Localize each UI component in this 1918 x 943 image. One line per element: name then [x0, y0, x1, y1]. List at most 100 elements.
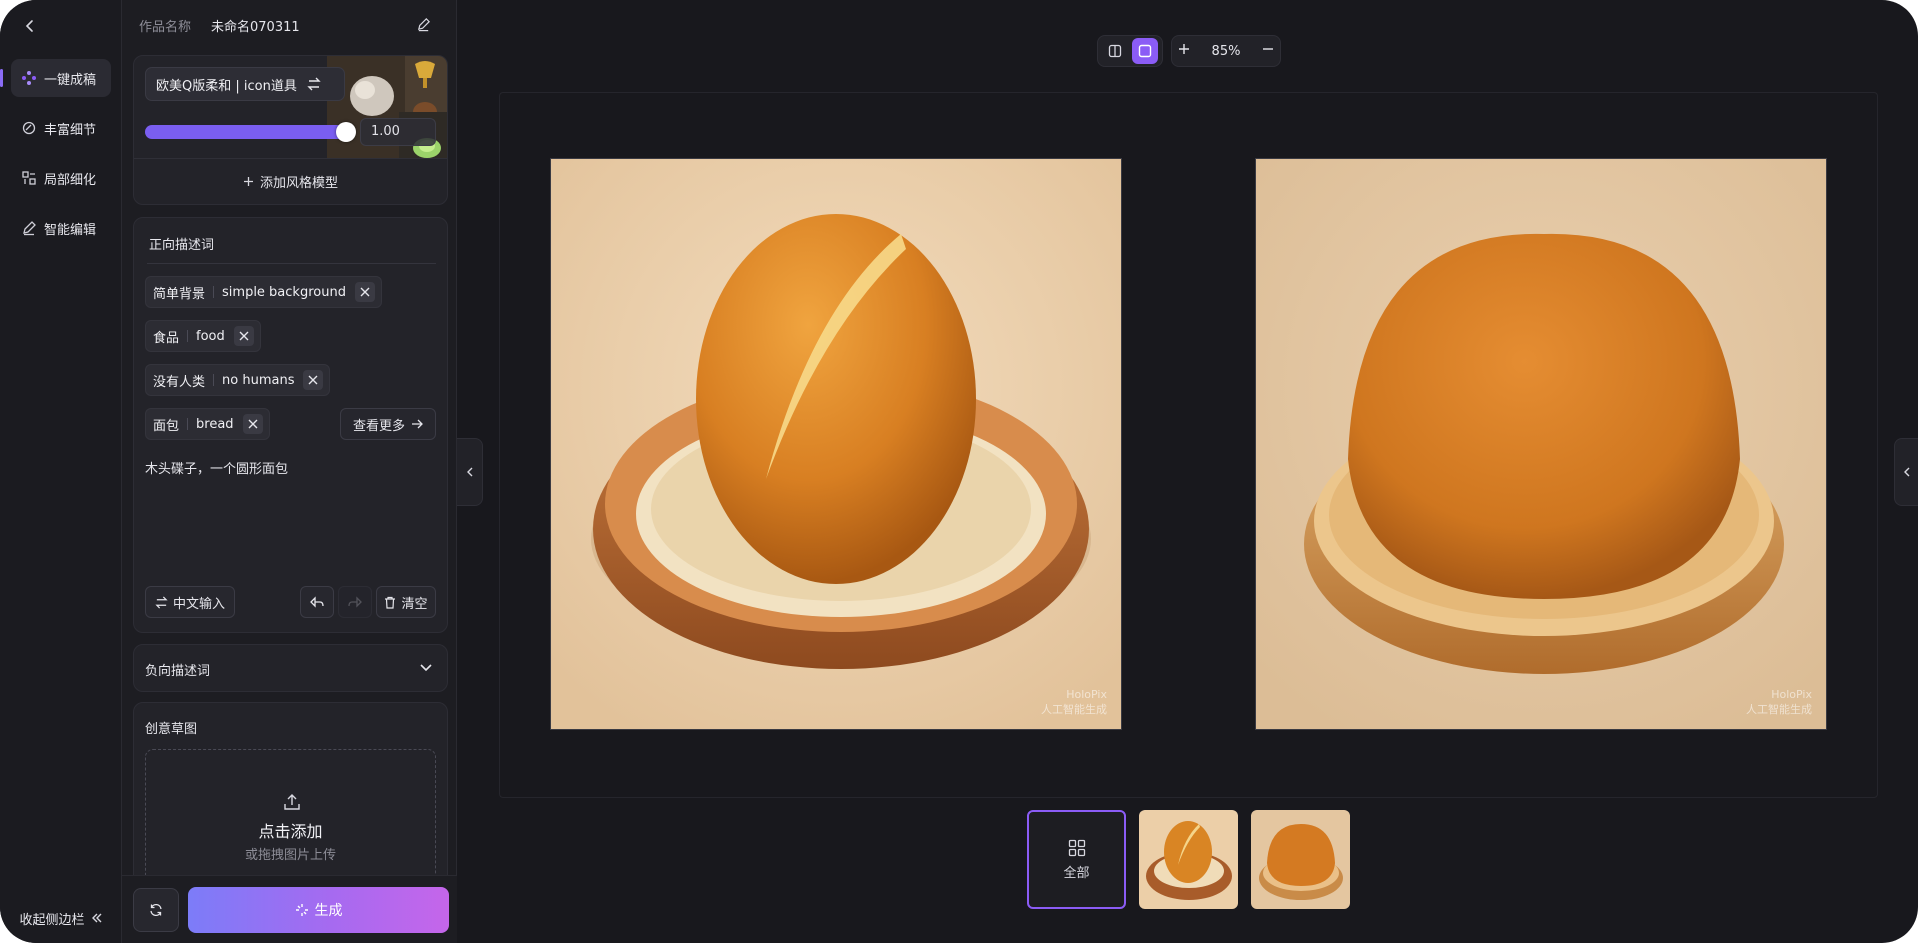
chevron-down-icon[interactable] [419, 660, 433, 674]
single-view-icon [1138, 44, 1152, 58]
tag-separator [213, 286, 215, 298]
work-name-label: 作品名称 [139, 19, 192, 35]
watermark-line1: HoloPix [1771, 688, 1812, 701]
close-icon [360, 287, 370, 297]
nav-item-smart-edit[interactable]: 智能编辑 [11, 209, 111, 247]
remove-tag-button[interactable] [303, 370, 324, 390]
style-weight-slider[interactable] [145, 125, 345, 139]
remove-tag-button[interactable] [233, 326, 254, 346]
plus-icon [243, 177, 253, 186]
result-image[interactable]: HoloPix 人工智能生成 [550, 158, 1122, 730]
watermark: HoloPix 人工智能生成 [1746, 687, 1812, 717]
sparkle-icon [295, 904, 308, 916]
app-window: 一键成稿 丰富细节 局部细化 智能编辑 收起侧边栏 作品名称 未命名070311… [0, 0, 1918, 943]
plus-icon [1179, 44, 1189, 54]
nav-item-enrich-detail[interactable]: 丰富细节 [11, 109, 111, 147]
work-name-value: 未命名070311 [211, 19, 300, 35]
thumbnail-image[interactable] [1251, 810, 1350, 909]
undo-icon [310, 596, 324, 608]
clear-button[interactable]: 清空 [376, 586, 436, 618]
remove-tag-button[interactable] [354, 282, 375, 302]
double-chevron-left-icon [91, 913, 101, 923]
tag-zh: 没有人类 [153, 374, 206, 390]
negative-prompt-card[interactable]: 负向描述词 [133, 644, 448, 692]
prompt-tag[interactable]: 面包 bread [145, 408, 270, 440]
nav-item-one-click[interactable]: 一键成稿 [11, 59, 111, 97]
thumbnail-image[interactable] [1139, 810, 1238, 909]
positive-prompt-card: 正向描述词 简单背景 simple background 食品 food 没有人… [133, 217, 448, 633]
reset-button[interactable] [133, 888, 179, 932]
split-view-button[interactable] [1102, 38, 1128, 64]
settings-panel: 作品名称 未命名070311 欧美Q版柔和 | icon道具 1.00 添加风格… [122, 0, 457, 943]
tag-en: food [196, 328, 225, 344]
generate-button[interactable]: 生成 [188, 887, 449, 933]
watermark-line1: HoloPix [1066, 688, 1107, 701]
chinese-input-label: 中文输入 [172, 596, 225, 612]
tag-separator [213, 374, 215, 386]
add-style-model-button[interactable]: 添加风格模型 [134, 158, 447, 204]
collapse-sidebar-label: 收起侧边栏 [19, 912, 85, 928]
close-icon [308, 375, 318, 385]
tag-separator [187, 330, 189, 342]
watermark-line2: 人工智能生成 [1746, 703, 1812, 716]
work-name-row: 作品名称 未命名070311 [139, 14, 449, 36]
zoom-control: 85% [1171, 35, 1281, 67]
edit-pencil-icon [417, 18, 430, 32]
upload-sub-text: 或拖拽图片上传 [244, 848, 336, 863]
negative-prompt-title: 负向描述词 [145, 664, 211, 679]
zoom-out-button[interactable] [1262, 43, 1274, 59]
trash-icon [385, 596, 396, 609]
detail-circle-icon [21, 120, 37, 136]
pen-icon [21, 220, 37, 236]
style-weight-slider-handle[interactable] [336, 122, 356, 142]
zoom-in-button[interactable] [1178, 43, 1190, 59]
see-more-label: 查看更多 [352, 418, 405, 434]
chevron-left-icon [25, 20, 33, 32]
zoom-value: 85% [1211, 43, 1241, 59]
positive-prompt-title: 正向描述词 [149, 238, 215, 253]
see-more-button[interactable]: 查看更多 [340, 408, 436, 440]
thumbnail-all-label: 全部 [1063, 865, 1090, 881]
tag-en: no humans [222, 372, 295, 388]
expand-right-panel-button[interactable] [1894, 438, 1918, 506]
clear-label: 清空 [401, 596, 428, 612]
nav-active-indicator [0, 69, 3, 87]
positive-prompt-textarea[interactable]: 木头碟子，一个圆形面包 [145, 458, 288, 477]
prompt-tag[interactable]: 简单背景 simple background [145, 276, 382, 308]
close-icon [239, 331, 249, 341]
tag-zh: 食品 [153, 330, 180, 346]
grid-icon [1068, 839, 1085, 856]
thumbnail-all[interactable]: 全部 [1027, 810, 1126, 909]
watermark: HoloPix 人工智能生成 [1041, 687, 1107, 717]
swap-icon [155, 596, 168, 608]
grid-refine-icon [21, 170, 37, 186]
remove-tag-button[interactable] [242, 414, 263, 434]
split-view-icon [1108, 44, 1122, 58]
add-style-model-label: 添加风格模型 [259, 176, 338, 191]
single-view-button[interactable] [1132, 38, 1158, 64]
tag-en: bread [196, 416, 234, 432]
undo-button[interactable] [300, 586, 334, 618]
style-weight-input[interactable]: 1.00 [360, 118, 436, 146]
arrow-right-icon [412, 419, 423, 429]
generate-label: 生成 [314, 903, 343, 919]
collapse-panel-button[interactable] [457, 438, 483, 506]
swap-icon[interactable] [307, 77, 321, 91]
magic-dots-icon [21, 70, 37, 86]
tag-en: simple background [222, 284, 346, 300]
prompt-tag[interactable]: 没有人类 no humans [145, 364, 331, 396]
edit-name-button[interactable] [416, 17, 431, 36]
nav-item-local-refine[interactable]: 局部细化 [11, 159, 111, 197]
collapse-sidebar-button[interactable]: 收起侧边栏 [0, 903, 122, 933]
divider [147, 263, 436, 264]
nav-item-label: 丰富细节 [44, 122, 97, 138]
back-button[interactable] [14, 10, 46, 42]
redo-button[interactable] [338, 586, 372, 618]
nav-item-label: 一键成稿 [44, 72, 97, 88]
chinese-input-button[interactable]: 中文输入 [145, 586, 235, 618]
prompt-tag[interactable]: 食品 food [145, 320, 261, 352]
result-image[interactable]: HoloPix 人工智能生成 [1255, 158, 1827, 730]
watermark-line2: 人工智能生成 [1041, 703, 1107, 716]
view-mode-toolbar [1097, 35, 1163, 67]
style-model-select[interactable]: 欧美Q版柔和 | icon道具 [145, 67, 345, 101]
